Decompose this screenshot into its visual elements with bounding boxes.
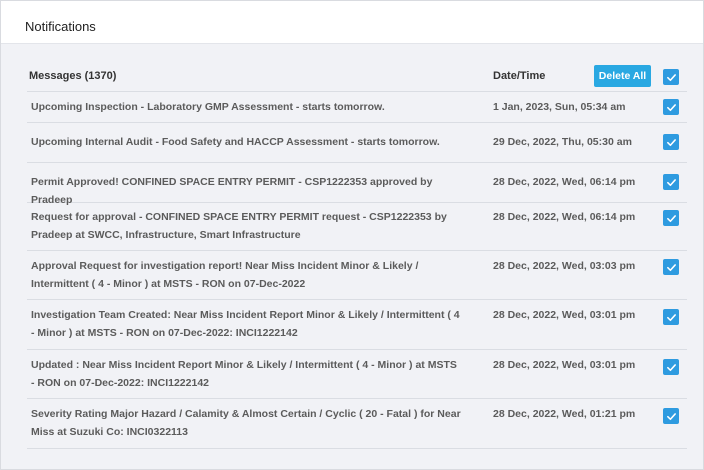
notification-message: Upcoming Inspection - Laboratory GMP Ass… (31, 101, 385, 113)
table-header: Messages (1370) Date/Time Delete All (27, 61, 687, 92)
check-icon (666, 73, 676, 81)
notification-message: Investigation Team Created: Near Miss In… (31, 309, 460, 339)
notification-date: 29 Dec, 2022, Thu, 05:30 am (493, 136, 632, 148)
notification-date: 28 Dec, 2022, Wed, 03:03 pm (493, 260, 636, 272)
notification-row[interactable]: Permit Approved! CONFINED SPACE ENTRY PE… (27, 163, 687, 206)
notification-list: Upcoming Inspection - Laboratory GMP Ass… (27, 92, 687, 449)
check-icon (666, 138, 676, 146)
check-icon (666, 412, 676, 420)
check-icon (666, 263, 676, 271)
row-checkbox[interactable] (663, 259, 679, 275)
check-icon (666, 178, 676, 186)
notification-row[interactable]: Updated : Near Miss Incident Report Mino… (27, 350, 687, 399)
notifications-panel: Notifications Messages (1370) Date/Time … (0, 0, 704, 470)
notification-date: 1 Jan, 2023, Sun, 05:34 am (493, 101, 626, 113)
row-checkbox[interactable] (663, 210, 679, 226)
check-icon (666, 313, 676, 321)
messages-column-header: Messages (1370) (29, 70, 117, 82)
check-icon (666, 214, 676, 222)
notification-date: 28 Dec, 2022, Wed, 01:21 pm (493, 408, 636, 420)
row-checkbox[interactable] (663, 408, 679, 424)
check-icon (666, 363, 676, 371)
panel-header: Notifications (1, 1, 703, 44)
check-icon (666, 103, 676, 111)
notification-date: 28 Dec, 2022, Wed, 03:01 pm (493, 359, 636, 371)
notification-message: Updated : Near Miss Incident Report Mino… (31, 359, 457, 389)
row-checkbox[interactable] (663, 134, 679, 150)
notification-row[interactable]: Upcoming Inspection - Laboratory GMP Ass… (27, 92, 687, 123)
date-column-header: Date/Time (493, 70, 546, 82)
notification-date: 28 Dec, 2022, Wed, 03:01 pm (493, 309, 636, 321)
notification-message: Severity Rating Major Hazard / Calamity … (31, 408, 461, 438)
row-checkbox[interactable] (663, 309, 679, 325)
notification-row[interactable]: Severity Rating Major Hazard / Calamity … (27, 399, 687, 449)
notification-row[interactable]: Approval Request for investigation repor… (27, 251, 687, 300)
notification-row[interactable]: Upcoming Internal Audit - Food Safety an… (27, 123, 687, 163)
select-all-checkbox[interactable] (663, 69, 679, 85)
notification-message: Approval Request for investigation repor… (31, 260, 419, 290)
page-title: Notifications (25, 19, 96, 34)
row-checkbox[interactable] (663, 99, 679, 115)
notifications-table: Messages (1370) Date/Time Delete All Upc… (27, 61, 687, 449)
row-checkbox[interactable] (663, 174, 679, 190)
notification-row[interactable]: Investigation Team Created: Near Miss In… (27, 300, 687, 350)
notification-message: Request for approval - CONFINED SPACE EN… (31, 211, 447, 241)
notification-message: Upcoming Internal Audit - Food Safety an… (31, 136, 440, 148)
notification-row[interactable]: Request for approval - CONFINED SPACE EN… (27, 203, 687, 251)
notification-date: 28 Dec, 2022, Wed, 06:14 pm (493, 176, 636, 188)
delete-all-button[interactable]: Delete All (594, 65, 651, 87)
row-checkbox[interactable] (663, 359, 679, 375)
notification-date: 28 Dec, 2022, Wed, 06:14 pm (493, 211, 636, 223)
